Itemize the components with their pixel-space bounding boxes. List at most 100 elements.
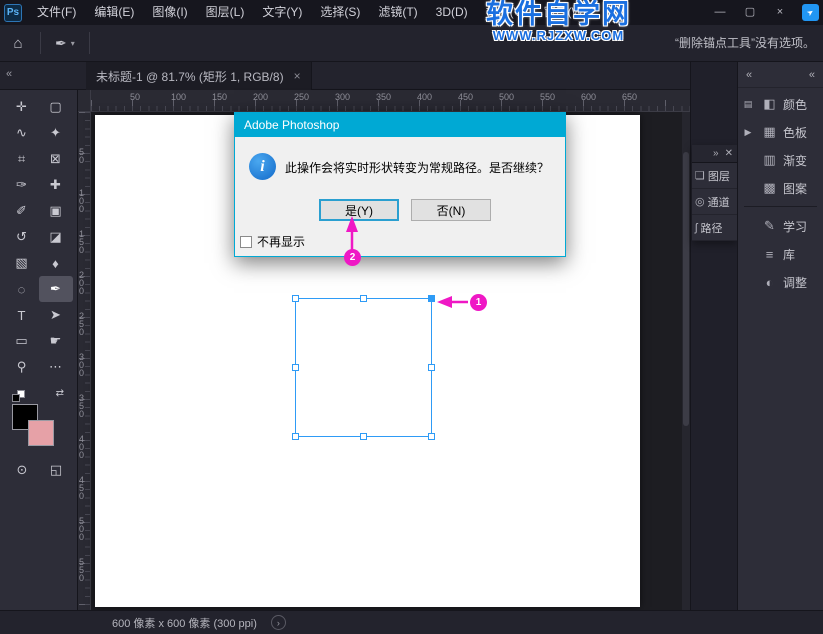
swap-colors-icon[interactable]: ⇄ bbox=[56, 388, 64, 399]
ruler-label: 500 bbox=[79, 517, 87, 541]
panel-dock: » ✕ ❏图层◎通道ʃ路径 bbox=[690, 62, 737, 610]
panel-libraries[interactable]: ≡库 bbox=[758, 240, 823, 268]
toolbar-collapse-icon[interactable]: « bbox=[6, 68, 12, 80]
brush-tool[interactable]: ✐ bbox=[5, 198, 39, 224]
menu-file[interactable]: 文件(F) bbox=[28, 0, 85, 25]
menu-3d[interactable]: 3D(D) bbox=[427, 0, 477, 25]
shape-handle-w[interactable] bbox=[292, 364, 299, 371]
adjustments-icon: ◐ bbox=[762, 275, 777, 290]
right-mini-strip: ▤▶ bbox=[738, 90, 758, 146]
minimize-button[interactable]: — bbox=[705, 0, 735, 25]
horizontal-ruler[interactable]: 50100150200250300350400450500550600650 bbox=[91, 90, 690, 112]
lasso-tool[interactable]: ∿ bbox=[5, 120, 39, 146]
default-colors-icon[interactable] bbox=[12, 390, 28, 404]
eyedropper-tool[interactable]: ✑ bbox=[5, 172, 39, 198]
tool-preset-picker[interactable]: ✒ ▾ bbox=[45, 35, 85, 52]
panel-properties[interactable]: ▤ bbox=[738, 90, 758, 118]
tools-extra: ⊙◱ bbox=[0, 458, 78, 482]
panel-expand-icon[interactable]: » bbox=[713, 148, 719, 159]
shape-handle-nw[interactable] bbox=[292, 295, 299, 302]
dont-show-checkbox[interactable]: 不再显示 bbox=[240, 233, 305, 250]
hand-tool[interactable]: ☛ bbox=[39, 328, 73, 354]
no-button[interactable]: 否(N) bbox=[411, 199, 491, 221]
watermark-badge-icon: ➤ bbox=[802, 4, 819, 21]
marquee-tool[interactable]: ▢ bbox=[39, 94, 73, 120]
menu-window[interactable]: 窗口(W) bbox=[535, 0, 596, 25]
menu-edit[interactable]: 编辑(E) bbox=[85, 0, 143, 25]
swatches-icon: ▦ bbox=[762, 124, 777, 140]
close-button[interactable]: × bbox=[765, 0, 795, 25]
panel-adjustments[interactable]: ◐调整 bbox=[758, 268, 823, 296]
panel-actions[interactable]: ▶ bbox=[738, 118, 758, 146]
panel-swatches[interactable]: ▦色板 bbox=[758, 118, 823, 146]
edit-toolbar[interactable]: ⋯ bbox=[39, 354, 73, 380]
shape-handle-ne[interactable] bbox=[428, 295, 435, 302]
menu-image[interactable]: 图像(I) bbox=[143, 0, 196, 25]
menu-select[interactable]: 选择(S) bbox=[311, 0, 369, 25]
panel-paths[interactable]: ʃ路径 bbox=[692, 215, 737, 241]
path-selection-tool[interactable]: ➤ bbox=[39, 302, 73, 328]
dodge-tool[interactable]: ◌ bbox=[5, 276, 39, 302]
shape-handle-s[interactable] bbox=[360, 433, 367, 440]
clone-stamp-tool[interactable]: ▣ bbox=[39, 198, 73, 224]
ruler-origin[interactable] bbox=[78, 90, 91, 112]
shape-handle-sw[interactable] bbox=[292, 433, 299, 440]
healing-brush-tool[interactable]: ✚ bbox=[39, 172, 73, 198]
type-tool[interactable]: T bbox=[5, 302, 39, 328]
checkbox-box[interactable] bbox=[240, 236, 252, 248]
ruler-label: 250 bbox=[79, 312, 87, 336]
tab-title: 未标题-1 @ 81.7% (矩形 1, RGB/8) bbox=[96, 68, 284, 85]
menu-view[interactable]: 视图(V) bbox=[477, 0, 535, 25]
panel-patterns-label: 图案 bbox=[783, 180, 807, 197]
gradients-icon: ▥ bbox=[762, 152, 777, 168]
scrollbar-thumb[interactable] bbox=[683, 152, 689, 426]
vertical-scrollbar[interactable] bbox=[682, 112, 690, 610]
crop-tool[interactable]: ⌗ bbox=[5, 146, 39, 172]
pen-tool[interactable]: ✒ bbox=[39, 276, 73, 302]
quick-mask-mode[interactable]: ⊙ bbox=[5, 458, 39, 482]
panel-gradients[interactable]: ▥渐变 bbox=[758, 146, 823, 174]
ruler-label: 450 bbox=[79, 476, 87, 500]
menu-type[interactable]: 文字(Y) bbox=[253, 0, 311, 25]
history-brush-tool[interactable]: ↺ bbox=[5, 224, 39, 250]
zoom-tool[interactable]: ⚲ bbox=[5, 354, 39, 380]
checkbox-label: 不再显示 bbox=[257, 233, 305, 250]
libraries-icon: ≡ bbox=[762, 247, 777, 262]
shape-handle-se[interactable] bbox=[428, 433, 435, 440]
panel-channels[interactable]: ◎通道 bbox=[692, 189, 737, 215]
shape-handle-n[interactable] bbox=[360, 295, 367, 302]
move-tool[interactable]: ✛ bbox=[5, 94, 39, 120]
panel-patterns[interactable]: ▩图案 bbox=[758, 174, 823, 202]
eraser-tool[interactable]: ◪ bbox=[39, 224, 73, 250]
yes-button[interactable]: 是(Y) bbox=[319, 199, 399, 221]
layers-icon: ❏ bbox=[695, 169, 705, 182]
object-selection-tool[interactable]: ✦ bbox=[39, 120, 73, 146]
screen-mode[interactable]: ◱ bbox=[39, 458, 73, 482]
shape-handle-e[interactable] bbox=[428, 364, 435, 371]
rectangle-tool[interactable]: ▭ bbox=[5, 328, 39, 354]
panel-close-icon[interactable]: ✕ bbox=[725, 148, 733, 159]
vertical-ruler[interactable]: 50100150200250300350400450500550 bbox=[78, 112, 91, 610]
document-tab[interactable]: 未标题-1 @ 81.7% (矩形 1, RGB/8) × bbox=[86, 62, 312, 90]
shape-rectangle[interactable] bbox=[295, 298, 432, 437]
tab-close-icon[interactable]: × bbox=[294, 69, 301, 83]
dialog-title-bar[interactable]: Adobe Photoshop bbox=[235, 113, 565, 137]
panel-layers[interactable]: ❏图层 bbox=[692, 163, 737, 189]
status-chevron-icon[interactable]: › bbox=[271, 615, 286, 630]
panel-color[interactable]: ◧颜色 bbox=[758, 90, 823, 118]
home-icon[interactable]: ⌂ bbox=[0, 35, 36, 52]
panel-layers-label: 图层 bbox=[708, 168, 730, 184]
ruler-label: 300 bbox=[79, 353, 87, 377]
ruler-label: 100 bbox=[79, 189, 87, 213]
panel-divider bbox=[744, 206, 817, 207]
gradient-tool[interactable]: ▧ bbox=[5, 250, 39, 276]
menu-filter[interactable]: 滤镜(T) bbox=[369, 0, 426, 25]
panel-learn[interactable]: ✎学习 bbox=[758, 212, 823, 240]
blur-tool[interactable]: ♦ bbox=[39, 250, 73, 276]
panel-collapse-icon[interactable]: « bbox=[746, 69, 752, 81]
background-swatch[interactable] bbox=[28, 420, 54, 446]
restore-button[interactable]: ▢ bbox=[735, 0, 765, 25]
dock-collapse-icon[interactable]: « bbox=[809, 69, 815, 81]
menu-layer[interactable]: 图层(L) bbox=[197, 0, 254, 25]
frame-tool[interactable]: ⊠ bbox=[39, 146, 73, 172]
